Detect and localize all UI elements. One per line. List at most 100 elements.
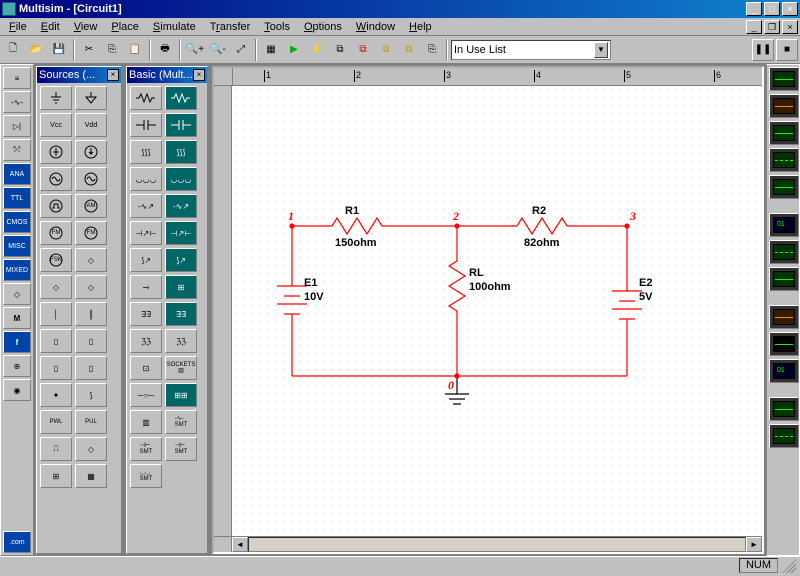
p2-btn[interactable]: ▯ <box>75 329 107 353</box>
varcap-v-btn[interactable]: ⊣↗⊢ <box>165 221 197 245</box>
postproc2-button[interactable]: ⧉ <box>398 39 420 61</box>
ac-i-btn[interactable] <box>75 167 107 191</box>
freq-counter-btn[interactable] <box>769 359 799 383</box>
cut-button[interactable]: ✂ <box>78 39 100 61</box>
resistor-v-btn[interactable] <box>165 86 197 110</box>
p4-btn[interactable]: ▯ <box>75 356 107 380</box>
p-btn[interactable]: ▯ <box>40 329 72 353</box>
ctrl-v-btn[interactable]: ◇ <box>75 248 107 272</box>
varind-btn[interactable]: ⟆↗ <box>130 248 162 272</box>
new-button[interactable]: 🗋 <box>2 39 24 61</box>
paste-button[interactable]: 📋 <box>124 39 146 61</box>
electromech-tool[interactable]: ◉ <box>3 379 31 401</box>
sources-palette-header[interactable]: Sources (... × <box>37 67 121 83</box>
rf-tool[interactable]: ⊕ <box>3 355 31 377</box>
ind-btn[interactable]: ⟆⟆⟆ <box>130 140 162 164</box>
basic-tool[interactable]: -∿- <box>3 91 31 113</box>
save-button[interactable]: 💾 <box>48 39 70 61</box>
res-smt-btn[interactable]: -∿-SMT <box>165 410 197 434</box>
close-icon[interactable]: × <box>107 69 119 81</box>
clock-btn[interactable] <box>40 194 72 218</box>
xfmr1-v-btn[interactable]: ∃∃ <box>165 302 197 326</box>
logic-conv-btn[interactable] <box>769 267 799 291</box>
net-analyzer-btn[interactable] <box>769 397 799 421</box>
transistor-tool[interactable]: ⤲ <box>3 139 31 161</box>
grapher-button[interactable]: ⧉ <box>352 39 374 61</box>
conn-btn[interactable]: ─○─ <box>130 383 162 407</box>
switch-v-btn[interactable]: ⊞ <box>165 275 197 299</box>
varcap-btn[interactable]: ⊣↗⊢ <box>130 221 162 245</box>
scroll-left-button[interactable]: ◄ <box>232 537 248 552</box>
last-btn[interactable]: ⊞ <box>40 464 72 488</box>
cap-smt-btn[interactable]: ⊣⊢SMT <box>130 437 162 461</box>
varind-v-btn[interactable]: ⟆↗ <box>165 248 197 272</box>
sim-run-button[interactable]: ▶ <box>283 39 305 61</box>
copy-button[interactable]: ⎘ <box>101 39 123 61</box>
pwl-btn[interactable]: PWL <box>40 410 72 434</box>
sockets-btn[interactable]: SOCKETS▥ <box>165 356 197 380</box>
coil-v-btn[interactable]: ◡◡◡ <box>165 167 197 191</box>
menu-simulate[interactable]: Simulate <box>146 20 203 34</box>
indicator-tool[interactable]: ◇ <box>3 283 31 305</box>
exp-btn[interactable]: ⟆ <box>75 383 107 407</box>
open-button[interactable]: 📂 <box>25 39 47 61</box>
xfmr2-btn[interactable]: ℨℨ <box>130 329 162 353</box>
maximize-button[interactable]: □ <box>764 2 780 16</box>
poly-btn[interactable]: ✦ <box>40 383 72 407</box>
ic-btn[interactable]: ║ <box>75 302 107 326</box>
basic-palette-header[interactable]: Basic (Mult... × <box>127 67 207 83</box>
ground-btn[interactable] <box>40 86 72 110</box>
pot-btn[interactable]: -∿↗ <box>130 194 162 218</box>
mixed-tool[interactable]: MIXED <box>3 259 31 281</box>
mdi-restore-button[interactable]: ❐ <box>764 20 780 34</box>
vdd-btn[interactable]: Vdd <box>75 113 107 137</box>
close-button[interactable]: × <box>782 2 798 16</box>
multimeter-btn[interactable] <box>769 67 799 91</box>
wordgen-btn[interactable] <box>769 213 799 237</box>
funcgen-btn[interactable] <box>769 94 799 118</box>
p3-btn[interactable]: ▯ <box>40 356 72 380</box>
bode-btn[interactable] <box>769 175 799 199</box>
step-btn[interactable]: ⎍ <box>40 437 72 461</box>
dc-v-btn[interactable] <box>40 140 72 164</box>
analog-tool[interactable]: ANA <box>3 163 31 185</box>
misc2-tool[interactable]: M <box>3 307 31 329</box>
edaparts-tool[interactable]: .com <box>3 531 31 553</box>
horizontal-scrollbar[interactable]: ◄ ► <box>214 536 762 552</box>
chevron-down-icon[interactable]: ▼ <box>594 42 608 58</box>
wattmeter-btn[interactable] <box>769 121 799 145</box>
spec-analyzer-btn[interactable] <box>769 332 799 356</box>
tri-btn[interactable]: ◇ <box>75 437 107 461</box>
cap-btn[interactable] <box>130 113 162 137</box>
cmos-tool[interactable]: CMOS <box>3 211 31 233</box>
fm2-btn[interactable]: FM <box>75 221 107 245</box>
last2-btn[interactable]: ▦ <box>75 464 107 488</box>
menu-help[interactable]: Help <box>402 20 439 34</box>
vcc-btn[interactable]: Vcc <box>40 113 72 137</box>
sim-stop-button[interactable]: ■ <box>776 39 798 61</box>
control-tool[interactable]: f <box>3 331 31 353</box>
mdi-minimize-button[interactable]: _ <box>746 20 762 34</box>
xfmr3-btn[interactable]: ℨℨ <box>165 329 197 353</box>
ind-v-btn[interactable]: ⟆⟆⟆ <box>165 140 197 164</box>
in-use-list-combo[interactable]: In Use List ▼ <box>451 40 611 60</box>
fsk-btn[interactable]: FSK <box>40 248 72 272</box>
vc-btn[interactable]: │ <box>40 302 72 326</box>
dc-i-btn[interactable] <box>75 140 107 164</box>
misc-tool[interactable]: MISC <box>3 235 31 257</box>
dist-analyzer-btn[interactable] <box>769 305 799 329</box>
menu-view[interactable]: View <box>67 20 105 34</box>
menu-tools[interactable]: Tools <box>257 20 297 34</box>
cap-v-btn[interactable] <box>165 113 197 137</box>
menu-file[interactable]: FFileile <box>2 20 34 34</box>
zoom-out-button[interactable]: 🔍- <box>207 39 229 61</box>
pulse-btn[interactable]: PUL <box>75 410 107 434</box>
ctrl-i-btn[interactable]: ◇ <box>40 275 72 299</box>
conn-v-btn[interactable]: ⊞⊞ <box>165 383 197 407</box>
close-icon[interactable]: × <box>193 69 205 81</box>
postproc-button[interactable]: ⧉ <box>375 39 397 61</box>
menu-edit[interactable]: Edit <box>34 20 67 34</box>
minimize-button[interactable]: _ <box>746 2 762 16</box>
cap2-smt-btn[interactable]: ⊣⊢SMT <box>165 437 197 461</box>
xfmr1-btn[interactable]: ∃∃ <box>130 302 162 326</box>
